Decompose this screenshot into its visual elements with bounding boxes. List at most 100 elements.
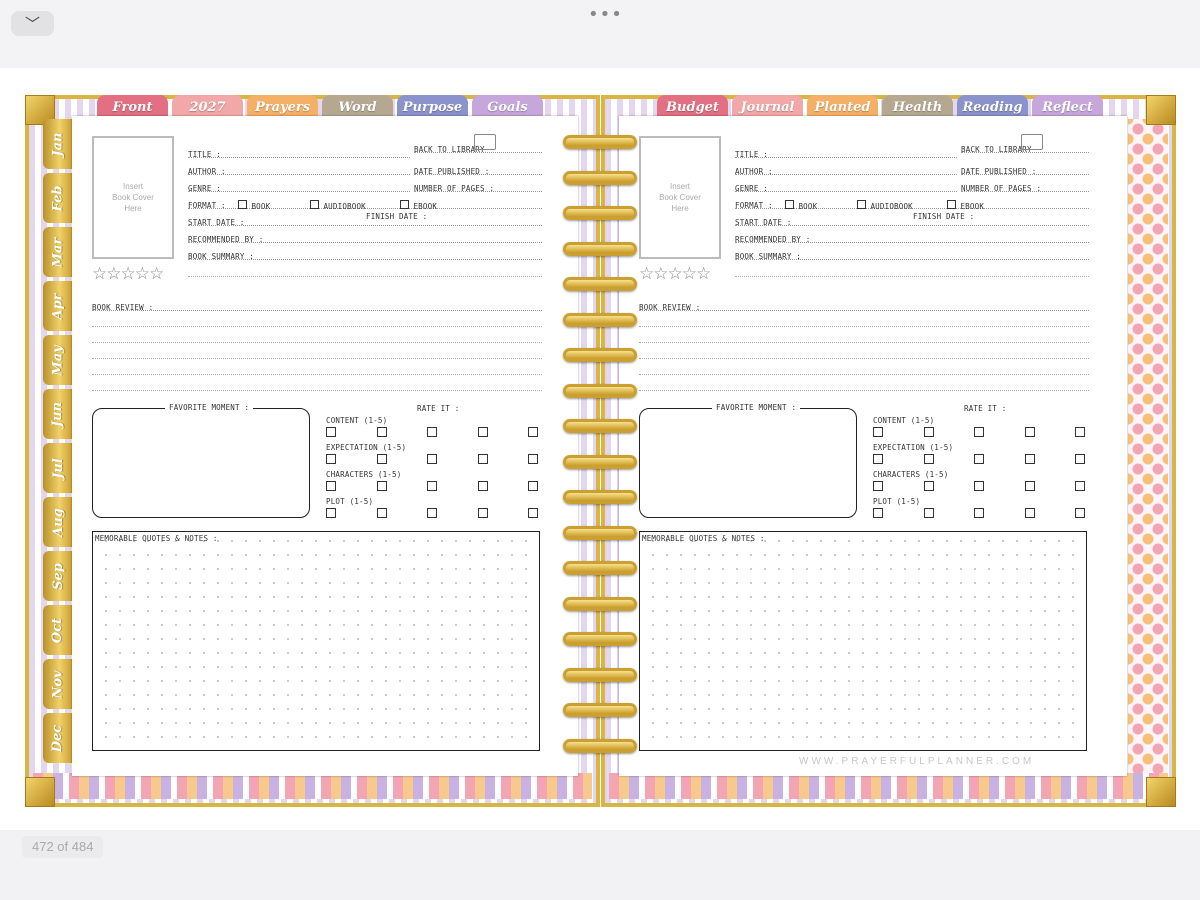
rating-checkbox[interactable] [1024, 454, 1035, 464]
title-field[interactable]: TITLE : [188, 144, 410, 159]
rating-label: CHARACTERS (1-5) [873, 470, 949, 479]
rating-checkbox[interactable] [974, 427, 984, 437]
month-tab-may[interactable]: May [43, 335, 73, 385]
book-review-field[interactable]: BOOK REVIEW : [639, 297, 1089, 312]
quotes-notes-box[interactable]: MEMORABLE QUOTES & NOTES : [639, 531, 1087, 751]
recommended-by-field[interactable]: RECOMMENDED BY : [735, 229, 1089, 244]
more-options-icon[interactable]: ••• [588, 4, 623, 25]
genre-field[interactable]: GENRE : [735, 178, 957, 193]
month-tab-sep[interactable]: Sep [43, 551, 73, 601]
quotes-notes-box[interactable]: MEMORABLE QUOTES & NOTES : [92, 531, 540, 751]
month-tab-jun[interactable]: Jun [43, 389, 73, 439]
rating-checkbox[interactable] [873, 454, 883, 464]
book-summary-field[interactable]: BOOK SUMMARY : [188, 246, 542, 261]
rating-label: CONTENT (1-5) [326, 416, 388, 425]
month-tab-jul[interactable]: Jul [43, 443, 73, 493]
rating-checkbox[interactable] [376, 427, 387, 437]
month-tab-label: Dec [50, 724, 66, 752]
rating-checkbox[interactable] [326, 481, 336, 491]
rating-checkbox[interactable] [1024, 481, 1035, 491]
review-line [92, 358, 542, 359]
rating-checkbox[interactable] [1075, 481, 1085, 491]
book-summary-field[interactable]: BOOK SUMMARY : [735, 246, 1089, 261]
back-to-library-link[interactable]: BACK TO LIBRARY [961, 134, 1089, 154]
format-book-checkbox[interactable] [238, 200, 247, 210]
book-review-field[interactable]: BOOK REVIEW : [92, 297, 542, 312]
rating-checkbox[interactable] [326, 508, 336, 518]
month-tab-label: Sep [50, 562, 66, 590]
genre-field[interactable]: GENRE : [188, 178, 410, 193]
number-of-pages-field[interactable]: NUMBER OF PAGES : [414, 178, 542, 193]
rating-checkbox[interactable] [1075, 427, 1085, 437]
favorite-moment-box[interactable]: FAVORITE MOMENT : [92, 403, 310, 518]
rating-checkbox[interactable] [528, 454, 538, 464]
format-book-checkbox[interactable] [785, 200, 794, 210]
date-published-field[interactable]: DATE PUBLISHED : [961, 161, 1089, 176]
star-rating[interactable]: ☆☆☆☆☆ [92, 264, 164, 284]
month-tab-oct[interactable]: Oct [43, 605, 73, 655]
date-published-field[interactable]: DATE PUBLISHED : [414, 161, 542, 176]
star-rating[interactable]: ☆☆☆☆☆ [639, 264, 711, 284]
rating-checkbox[interactable] [1024, 427, 1035, 437]
format-audiobook-checkbox[interactable] [857, 200, 866, 210]
rating-checkbox[interactable] [427, 508, 437, 518]
number-of-pages-field[interactable]: NUMBER OF PAGES : [961, 178, 1089, 193]
spiral-ring [563, 135, 637, 149]
rating-row: CONTENT (1-5) [873, 416, 1089, 443]
month-tab-apr[interactable]: Apr [43, 281, 73, 331]
rating-checkbox[interactable] [873, 481, 883, 491]
spiral-ring [563, 206, 637, 220]
rating-row: CHARACTERS (1-5) [326, 470, 542, 497]
rating-checkbox[interactable] [923, 481, 934, 491]
title-field[interactable]: TITLE : [735, 144, 957, 159]
month-tab-aug[interactable]: Aug [43, 497, 73, 547]
rating-checkbox[interactable] [923, 427, 934, 437]
rating-checkbox[interactable] [1024, 508, 1035, 518]
rating-checkbox[interactable] [1075, 508, 1085, 518]
rating-checkbox[interactable] [923, 508, 934, 518]
format-ebook-checkbox[interactable] [947, 200, 956, 210]
rating-checkbox[interactable] [376, 481, 387, 491]
rating-checkbox[interactable] [477, 508, 488, 518]
book-cover-placeholder[interactable]: Insert Book Cover Here [639, 136, 721, 259]
format-audiobook-checkbox[interactable] [310, 200, 319, 210]
rating-checkbox[interactable] [326, 454, 336, 464]
rating-checkbox[interactable] [528, 481, 538, 491]
review-line [639, 342, 1089, 343]
dates-field[interactable]: START DATE : FINISH DATE : [735, 212, 1089, 227]
rating-checkbox[interactable] [974, 454, 984, 464]
left-book-page: Insert Book Cover Here TITLE : AUTHOR : … [72, 116, 578, 776]
review-line [639, 374, 1089, 375]
dates-field[interactable]: START DATE : FINISH DATE : [188, 212, 542, 227]
rating-checkbox[interactable] [477, 427, 488, 437]
month-tab-dec[interactable]: Dec [43, 713, 73, 763]
rating-checkbox[interactable] [427, 481, 437, 491]
format-ebook-checkbox[interactable] [400, 200, 409, 210]
month-tab-mar[interactable]: Mar [43, 227, 73, 277]
rating-checkbox[interactable] [873, 508, 883, 518]
rating-checkbox[interactable] [974, 508, 984, 518]
rating-checkbox[interactable] [528, 508, 538, 518]
book-cover-placeholder[interactable]: Insert Book Cover Here [92, 136, 174, 259]
rating-checkbox[interactable] [528, 427, 538, 437]
favorite-moment-box[interactable]: FAVORITE MOMENT : [639, 403, 857, 518]
rating-checkbox[interactable] [326, 427, 336, 437]
rating-checkbox[interactable] [873, 427, 883, 437]
back-to-library-link[interactable]: BACK TO LIBRARY [414, 134, 542, 154]
author-field[interactable]: AUTHOR : [188, 161, 410, 176]
rating-checkbox[interactable] [427, 454, 437, 464]
rating-checkbox[interactable] [923, 454, 934, 464]
collapse-button[interactable]: ﹀ [11, 11, 54, 36]
rating-checkbox[interactable] [376, 508, 387, 518]
rating-checkbox[interactable] [376, 454, 387, 464]
author-field[interactable]: AUTHOR : [735, 161, 957, 176]
month-tab-nov[interactable]: Nov [43, 659, 73, 709]
recommended-by-field[interactable]: RECOMMENDED BY : [188, 229, 542, 244]
month-tab-feb[interactable]: Feb [43, 173, 73, 223]
rating-checkbox[interactable] [974, 481, 984, 491]
rating-checkbox[interactable] [1075, 454, 1085, 464]
rating-checkbox[interactable] [477, 454, 488, 464]
rating-checkbox[interactable] [477, 481, 488, 491]
month-tab-jan[interactable]: Jan [43, 119, 73, 169]
rating-checkbox[interactable] [427, 427, 437, 437]
